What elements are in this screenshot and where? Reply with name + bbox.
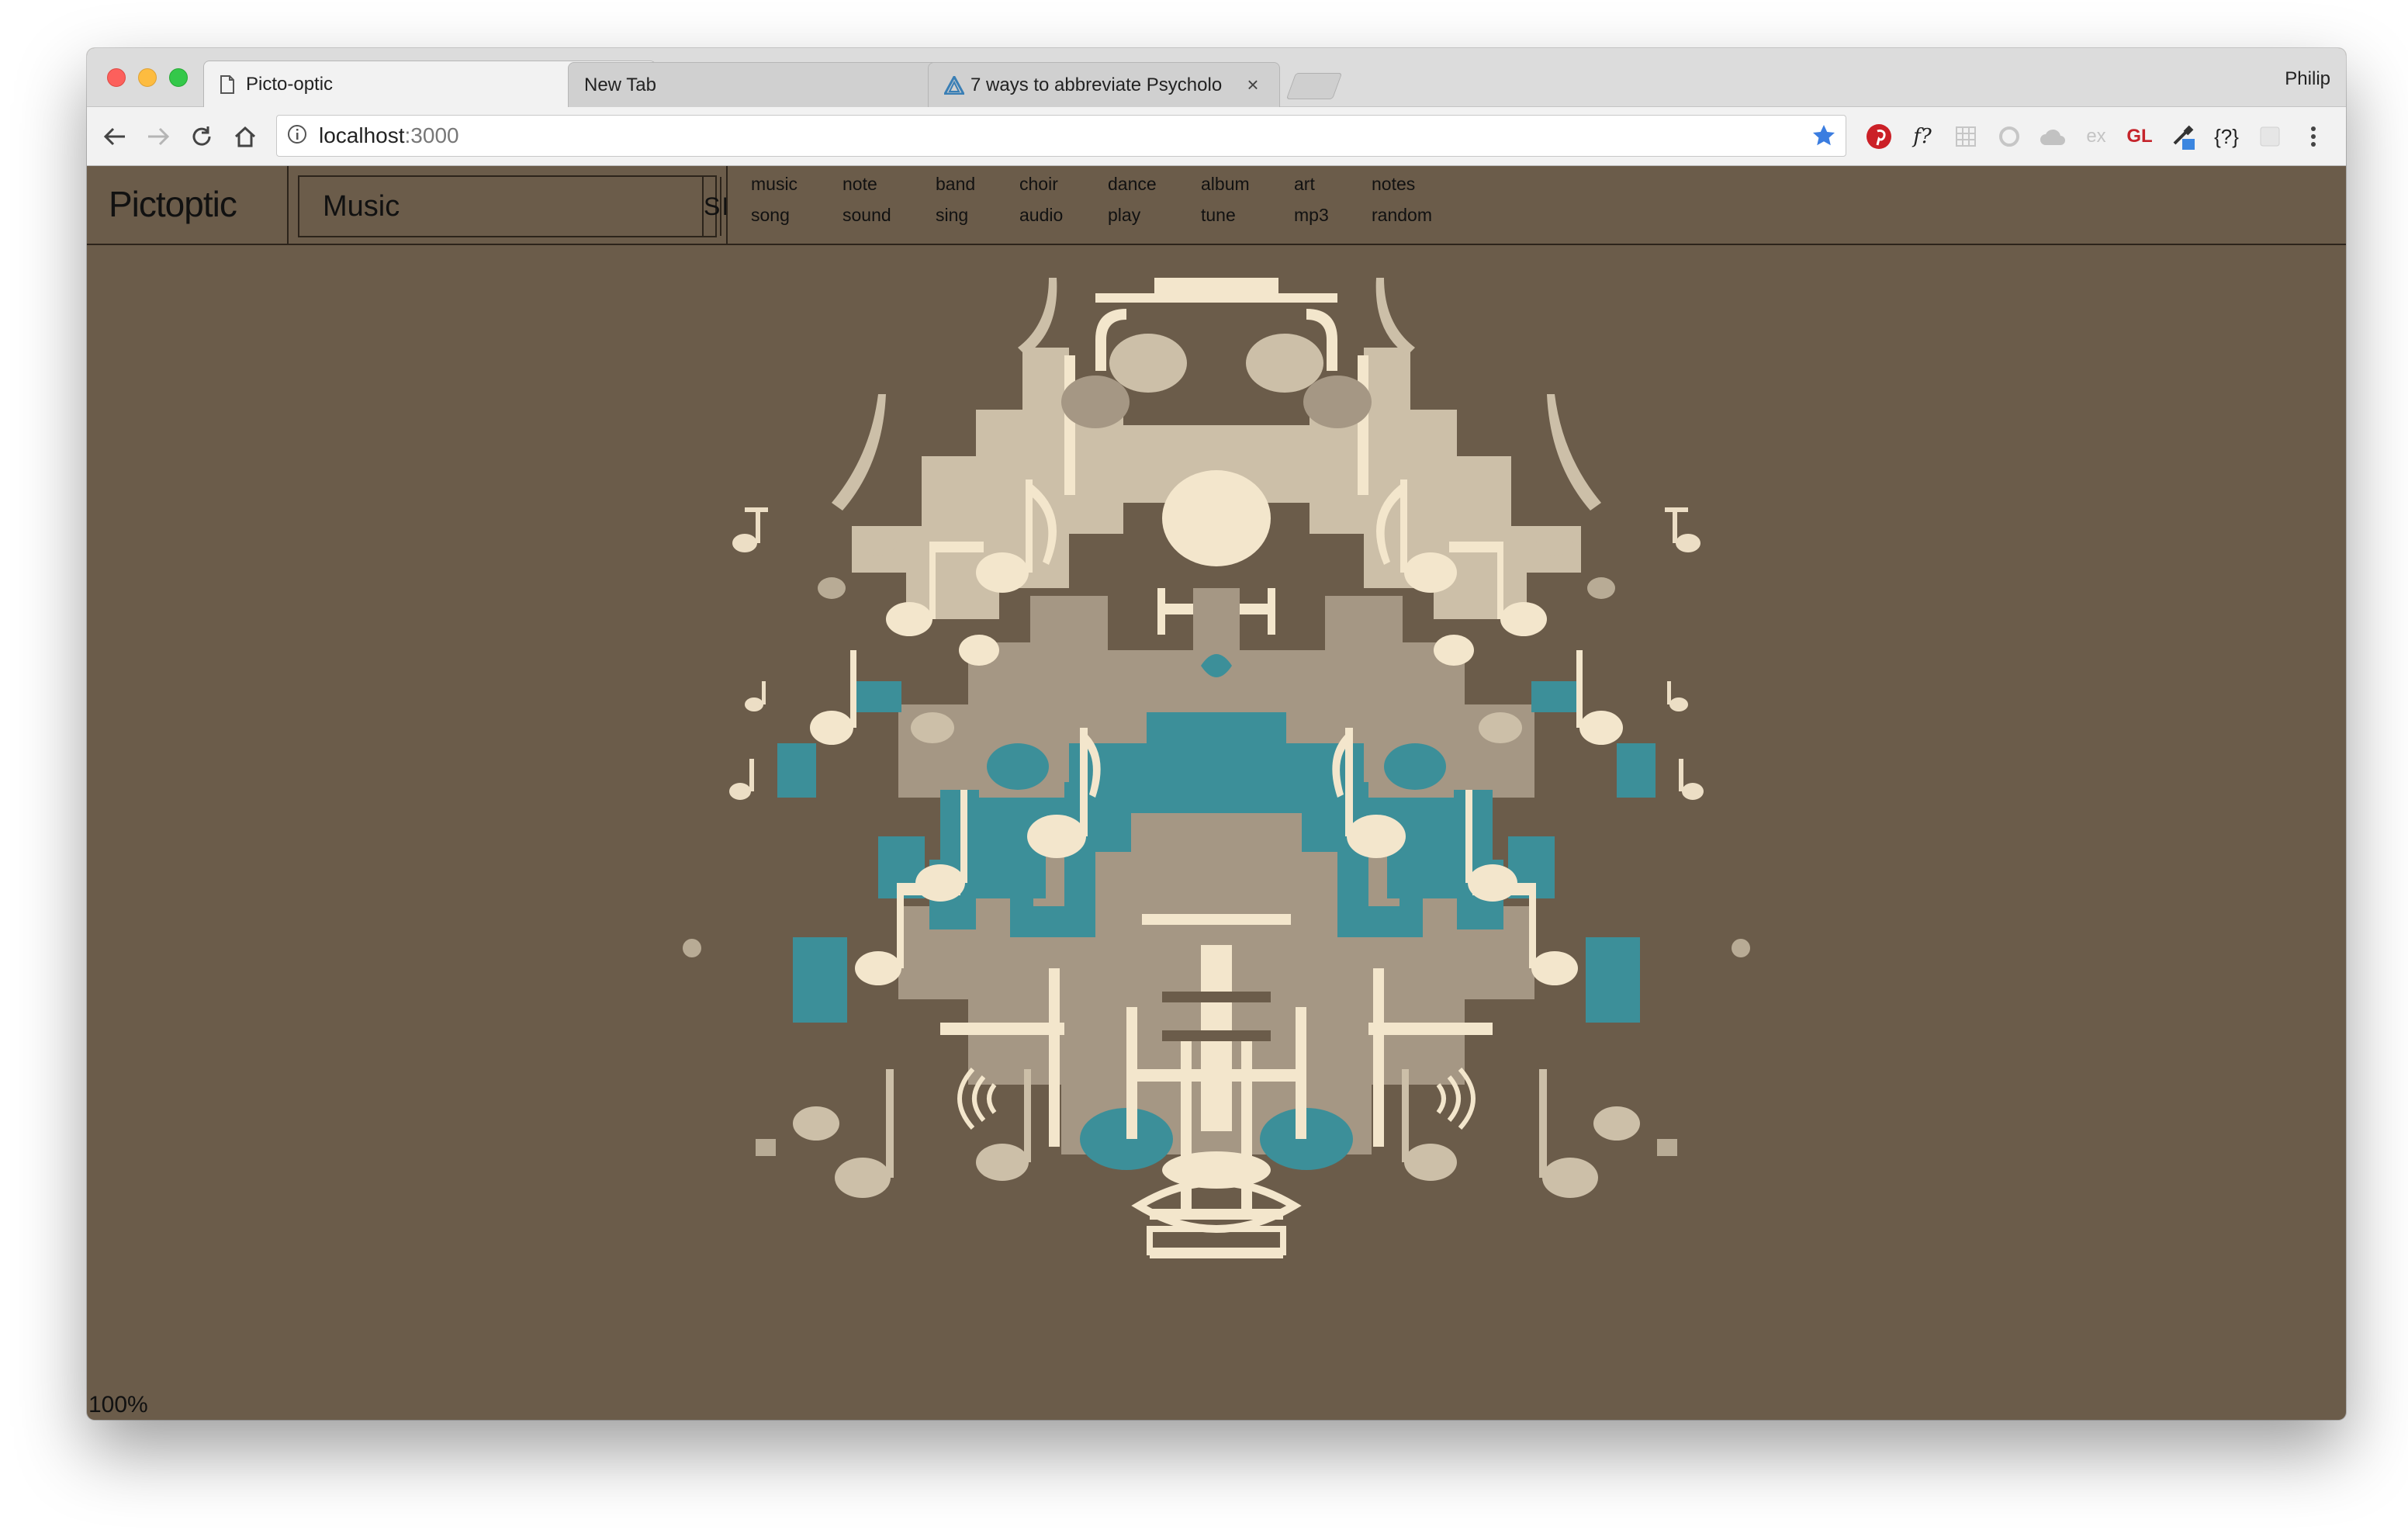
tab-strip: Picto-optic × New Tab × 7 ways to abbrev… (87, 48, 2346, 107)
eyedropper-icon[interactable] (2166, 119, 2200, 154)
pinterest-icon[interactable] (1862, 119, 1896, 154)
ext-json-icon[interactable]: {?} (2209, 119, 2244, 154)
tab-label: 7 ways to abbreviate Psycholo (970, 74, 1223, 95)
tag-choir[interactable]: choir (1019, 174, 1058, 195)
kaleidoscope-left-half (683, 278, 1216, 1258)
back-arrow-icon[interactable] (99, 121, 130, 152)
tag-sound[interactable]: sound (842, 205, 891, 226)
header-divider (726, 166, 728, 244)
tag-play[interactable]: play (1108, 205, 1140, 226)
tab-close-icon[interactable]: × (1242, 73, 1264, 97)
tab-label: Picto-optic (246, 73, 334, 95)
tag-sing[interactable]: sing (936, 205, 968, 226)
tab-abbreviations[interactable]: 7 ways to abbreviate Psycholo × (928, 62, 1280, 107)
tag-mp3[interactable]: mp3 (1294, 205, 1329, 226)
header-divider (287, 166, 289, 244)
tag-notes[interactable]: notes (1372, 174, 1415, 195)
tag-song[interactable]: song (751, 205, 790, 226)
menu-kebab-icon[interactable] (2296, 119, 2330, 154)
kaleidoscope-right-half (1216, 278, 1750, 1258)
tag-note[interactable]: note (842, 174, 877, 195)
ext-gl-icon[interactable]: GL (2123, 119, 2157, 154)
tag-album[interactable]: album (1201, 174, 1250, 195)
search-input[interactable] (299, 177, 702, 236)
ext-fquestion-icon[interactable]: f? (1905, 119, 1939, 154)
grid-icon[interactable] (1949, 119, 1983, 154)
forward-arrow-icon[interactable] (143, 121, 174, 152)
info-icon[interactable] (286, 123, 308, 149)
app-logo[interactable]: Pictoptic (109, 183, 237, 225)
reload-icon[interactable] (186, 121, 217, 152)
new-tab-button[interactable] (1285, 73, 1343, 99)
refresh-icon[interactable] (1992, 119, 2026, 154)
document-icon (220, 74, 246, 94)
tag-music[interactable]: music (751, 174, 797, 195)
cloud-icon[interactable] (2036, 119, 2070, 154)
artwork-stage (87, 247, 2346, 1420)
window-maximize-button[interactable] (169, 68, 188, 87)
tab-label: New Tab (584, 74, 656, 95)
browser-window: Picto-optic × New Tab × 7 ways to abbrev… (87, 48, 2346, 1420)
kaleidoscope-artwork[interactable] (87, 247, 2346, 1420)
tag-band[interactable]: band (936, 174, 975, 195)
tag-dance[interactable]: dance (1108, 174, 1157, 195)
url-text[interactable]: localhost:3000 (319, 123, 459, 148)
profile-name[interactable]: Philip (2285, 68, 2330, 90)
zoom-level: 100% (88, 1392, 148, 1418)
url-host: localhost (319, 123, 405, 147)
search-box: S I (298, 175, 728, 237)
bookmark-star-icon[interactable] (1811, 123, 1836, 152)
site-logo-icon (944, 75, 970, 95)
s-button[interactable]: S (702, 177, 720, 236)
window-minimize-button[interactable] (138, 68, 157, 87)
app-header: Pictoptic S I music note band choir danc… (87, 166, 2346, 245)
tag-art[interactable]: art (1294, 174, 1315, 195)
window-close-button[interactable] (107, 68, 126, 87)
address-bar[interactable]: localhost:3000 (276, 115, 1846, 157)
tag-tune[interactable]: tune (1201, 205, 1236, 226)
tag-audio[interactable]: audio (1019, 205, 1063, 226)
url-path: :3000 (404, 123, 459, 147)
home-icon[interactable] (230, 121, 261, 152)
ext-ex-icon[interactable]: ex (2079, 119, 2113, 154)
browser-toolbar: localhost:3000 f? ex GL {?} (87, 107, 2346, 166)
blank-icon[interactable] (2253, 119, 2287, 154)
tag-random[interactable]: random (1372, 205, 1432, 226)
